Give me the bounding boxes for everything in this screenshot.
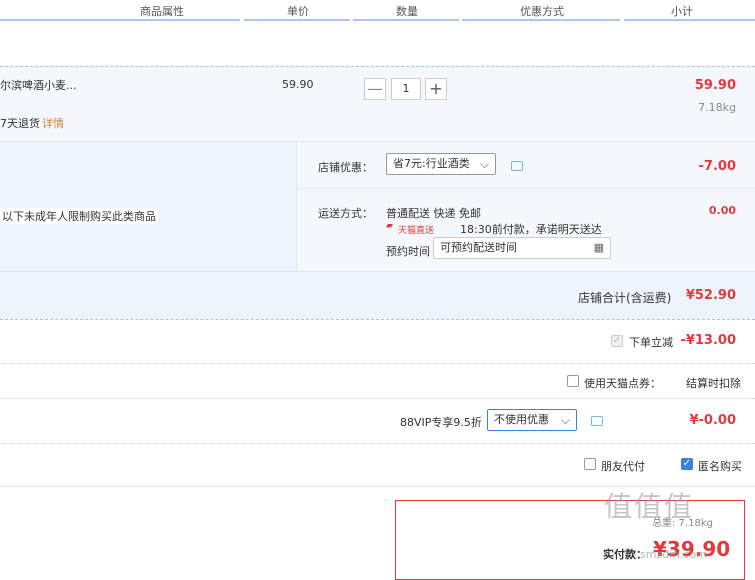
vip-discount-select-value: 不使用优惠 [494, 413, 549, 426]
qty-minus-button[interactable]: — [364, 78, 386, 100]
age-restriction-notice: 以下未成年人限制购买此类商品 [0, 208, 158, 224]
col-attributes: 商品属性 [140, 5, 184, 18]
friend-pay-checkbox[interactable] [584, 458, 596, 470]
anonymous-purchase-label: 匿名购买 [698, 460, 742, 473]
qty-plus-button[interactable]: + [425, 78, 447, 100]
row-divider [0, 141, 755, 142]
col-price: 单价 [287, 5, 309, 18]
col-underline [244, 19, 350, 21]
instant-discount-checkbox: ✓ [611, 335, 623, 347]
tmall-logo-icon: ▰ [386, 221, 393, 231]
column-divider [296, 141, 297, 271]
row-divider [0, 398, 755, 399]
chevron-down-icon: ⌵ [479, 157, 489, 171]
vip-discount-select[interactable]: 不使用优惠 ⌵ [487, 409, 577, 431]
return-policy: 7天退货 [0, 117, 40, 130]
vip-discount-value: ¥-0.00 [689, 413, 736, 428]
shop-total-label: 店铺合计(含运费) [578, 291, 672, 305]
shipping-method: 普通配送 快递 免邮 [386, 207, 481, 220]
item-subtotal: 59.90 [694, 78, 736, 93]
row-divider [0, 443, 755, 444]
tmall-points-value: 结算时扣除 [686, 377, 741, 390]
shipping-label: 运送方式： [318, 207, 373, 220]
appointment-time-input[interactable]: 可预约配送时间 ▦ [433, 237, 611, 259]
shipping-value: 0.00 [708, 204, 736, 217]
friend-pay-label: 朋友代付 [601, 460, 645, 473]
row-divider [0, 66, 755, 67]
item-name[interactable]: 尔滨啤酒小麦... [0, 77, 77, 93]
item-price: 59.90 [282, 78, 314, 91]
return-details-link[interactable]: 详情 [42, 115, 64, 131]
comment-icon[interactable] [591, 416, 603, 426]
col-underline [0, 19, 240, 21]
shop-total-value: ¥52.90 [685, 288, 736, 303]
tmall-points-label: 使用天猫点券： [584, 377, 661, 390]
shop-discount-value: -7.00 [698, 159, 736, 174]
comment-icon[interactable] [511, 161, 523, 171]
row-divider [296, 188, 755, 189]
shop-discount-select[interactable]: 省7元:行业酒类 ⌵ [386, 153, 496, 175]
table-header: 商品属性 单价 数量 优惠方式 小计 [0, 0, 755, 22]
vip-discount-label: 88VIP专享9.5折 [400, 416, 482, 429]
row-divider [0, 319, 755, 320]
watermark-text: smzdm.com [640, 548, 707, 561]
tmall-points-checkbox[interactable] [567, 375, 579, 387]
tmall-direct-badge: 天猫直送 [398, 226, 435, 236]
instant-discount-value: -¥13.00 [680, 333, 736, 348]
shop-discount-label: 店铺优惠： [318, 161, 373, 174]
calendar-icon[interactable]: ▦ [594, 238, 604, 258]
instant-discount-label: 下单立减 [629, 336, 673, 349]
row-divider [0, 363, 755, 364]
row-divider [0, 271, 755, 272]
col-quantity: 数量 [396, 5, 418, 18]
col-subtotal: 小计 [671, 5, 693, 18]
col-underline [353, 19, 459, 21]
item-weight: 7.18kg [698, 101, 736, 114]
appointment-label: 预约时间 [386, 245, 430, 258]
col-underline [624, 19, 755, 21]
col-underline [462, 19, 620, 21]
appointment-placeholder: 可预约配送时间 [440, 241, 517, 254]
shop-discount-select-value: 省7元:行业酒类 [393, 157, 470, 170]
chevron-down-icon: ⌵ [560, 413, 570, 427]
watermark-logo: 值值值 [604, 490, 695, 523]
col-discount: 优惠方式 [520, 5, 564, 18]
delivery-promise: 18:30前付款，承诺明天送达 [460, 223, 602, 236]
quantity-input[interactable]: 1 [391, 78, 421, 100]
anonymous-purchase-checkbox[interactable]: ✓ [681, 458, 693, 470]
